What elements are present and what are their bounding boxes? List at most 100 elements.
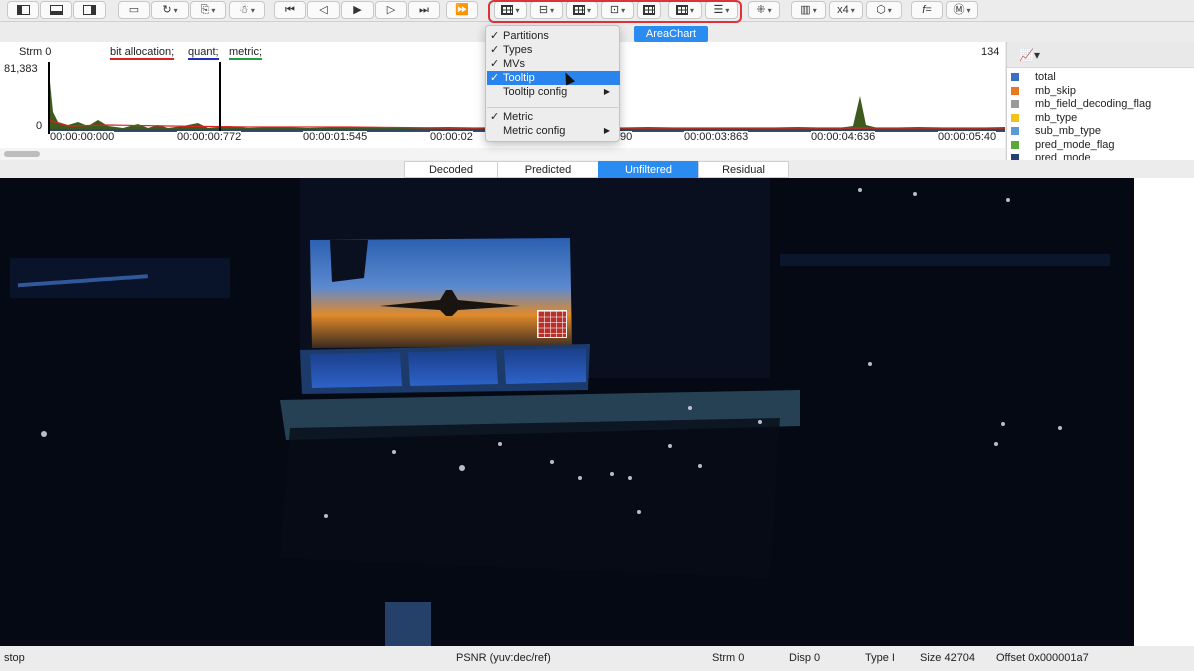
legend-item[interactable]: mb_skip bbox=[1011, 84, 1076, 97]
y-axis-zero-label: 0 bbox=[36, 120, 43, 132]
cube-icon: ⬡ bbox=[876, 3, 886, 16]
block-info-button[interactable]: ⊡ ▾ bbox=[601, 1, 634, 19]
play-button[interactable]: ▶ bbox=[341, 1, 374, 19]
menu-item-label: MVs bbox=[503, 58, 525, 70]
tab-unfiltered[interactable]: Unfiltered bbox=[598, 161, 698, 178]
zoom-select[interactable]: x4 ▾ bbox=[829, 1, 863, 19]
status-frame-type: Type I bbox=[865, 652, 895, 664]
motion-vectors-button[interactable]: ⁜ ▾ bbox=[748, 1, 780, 19]
left-panel-icon bbox=[16, 5, 30, 15]
checkmark-icon: ✓ bbox=[490, 111, 500, 123]
mosaic-button[interactable] bbox=[637, 1, 661, 19]
motion-vectors-icon: ⁜ bbox=[756, 3, 766, 16]
layout-button[interactable]: ⊟ ▾ bbox=[530, 1, 563, 19]
x-tick-label: 00:00:00:772 bbox=[177, 131, 242, 143]
metrics-button[interactable]: Ⓜ ▾ bbox=[946, 1, 978, 19]
menu-item-label: Tooltip bbox=[503, 72, 535, 84]
checkmark-icon: ✓ bbox=[490, 30, 500, 42]
toolbar: ▭ ↻ ▾ ⎘ ▾ ☃ ▾ ⏮ ◁ ▶ ▷ ⏭ ⏩ ▾ ⊟ ▾ ▾ ⊡ ▾ ▾ ☰ ▾ ⁜ ▾… bbox=[0, 0, 1194, 23]
legend-quant[interactable]: quant; bbox=[188, 46, 219, 60]
legend-swatch bbox=[1011, 99, 1019, 108]
chevron-down-icon: ▾ bbox=[966, 5, 971, 15]
menu-item-mvs[interactable]: ✓ MVs bbox=[487, 57, 620, 71]
menu-item-types[interactable]: ✓ Types bbox=[487, 43, 620, 57]
grid-button[interactable]: ▾ bbox=[566, 1, 598, 19]
tab-residual[interactable]: Residual bbox=[698, 161, 789, 178]
legend-swatch bbox=[1011, 126, 1019, 135]
menu-item-tooltip[interactable]: ✓ Tooltip bbox=[487, 71, 620, 85]
chevron-down-icon: ▾ bbox=[621, 5, 626, 15]
submenu-arrow-icon: ▶ bbox=[603, 126, 610, 135]
chevron-down-icon: ▾ bbox=[211, 5, 216, 15]
checkmark-icon: ✓ bbox=[490, 44, 500, 56]
bar-chart-icon: ▥ bbox=[800, 3, 811, 16]
stream-label: Strm 0 bbox=[19, 46, 52, 58]
chevron-down-icon: ▾ bbox=[725, 5, 730, 15]
chart-type-button[interactable]: ▥ ▾ bbox=[791, 1, 826, 19]
menu-item-metric[interactable]: ✓ Metric bbox=[487, 110, 620, 124]
fast-forward-button[interactable]: ⏩ bbox=[446, 1, 478, 19]
tab-predicted[interactable]: Predicted bbox=[497, 161, 598, 178]
list-icon: ☰ bbox=[713, 3, 724, 16]
left-panel-toggle-button[interactable] bbox=[7, 1, 39, 19]
status-offset: Offset 0x000001a7 bbox=[996, 652, 1089, 664]
chevron-down-icon: ▾ bbox=[689, 5, 694, 15]
legend-item-label: mb_type bbox=[1035, 111, 1078, 124]
reload-button[interactable]: ↻ ▾ bbox=[151, 1, 189, 19]
menu-item-partitions[interactable]: ✓ Partitions bbox=[487, 29, 620, 43]
next-frame-button[interactable]: ▷ bbox=[375, 1, 407, 19]
reload-icon: ↻ bbox=[162, 3, 172, 16]
grid-icon bbox=[572, 5, 585, 15]
line-chart-icon[interactable]: 📈▾ bbox=[1019, 48, 1040, 62]
step-forward-icon: ▷ bbox=[386, 3, 396, 16]
play-icon: ▶ bbox=[353, 3, 362, 16]
view-mode-tabs: Decoded Predicted Unfiltered Residual bbox=[404, 161, 789, 178]
x-tick-label: 00:00:02 bbox=[430, 131, 473, 143]
last-frame-button[interactable]: ⏭ bbox=[408, 1, 440, 19]
bottom-panel-icon bbox=[49, 5, 63, 15]
legend-swatch bbox=[1011, 153, 1019, 160]
macroblock-button[interactable]: ▾ bbox=[668, 1, 702, 19]
settings-button[interactable]: ☃ ▾ bbox=[229, 1, 265, 19]
chevron-down-icon: ▾ bbox=[515, 5, 520, 15]
video-frame-view[interactable]: ▂▂▂▂▂▂▂▂▂▂▂▂▂ bbox=[0, 178, 1194, 646]
menu-item-metric-config[interactable]: Metric config ▶ bbox=[487, 124, 620, 138]
list-button[interactable]: ☰ ▾ bbox=[705, 1, 738, 19]
macroblock-tooltip-highlight[interactable] bbox=[537, 310, 567, 338]
legend-item[interactable]: pred_mode bbox=[1011, 151, 1091, 160]
open-folder-button[interactable]: ▭ bbox=[118, 1, 150, 19]
chart-horizontal-scrollbar[interactable] bbox=[0, 148, 1005, 160]
legend-item-label: mb_field_decoding_flag bbox=[1035, 97, 1152, 110]
bottom-panel-toggle-button[interactable] bbox=[40, 1, 72, 19]
legend-item[interactable]: total bbox=[1011, 70, 1056, 83]
status-bar: stop PSNR (yuv:dec/ref) Strm 0 Disp 0 Ty… bbox=[0, 646, 1194, 671]
legend-swatch bbox=[1011, 72, 1019, 81]
legend-item[interactable]: mb_type bbox=[1011, 111, 1077, 124]
3d-view-button[interactable]: ⬡ ▾ bbox=[866, 1, 902, 19]
partitions-overlay-button[interactable]: ▾ bbox=[494, 1, 527, 19]
menu-separator bbox=[487, 107, 620, 108]
export-button[interactable]: ⎘ ▾ bbox=[190, 1, 226, 19]
prev-frame-button[interactable]: ◁ bbox=[307, 1, 340, 19]
tab-decoded[interactable]: Decoded bbox=[404, 161, 497, 178]
legend-metric[interactable]: metric; bbox=[229, 46, 262, 60]
playback-state: stop bbox=[4, 652, 25, 664]
first-frame-button[interactable]: ⏮ bbox=[274, 1, 306, 19]
x-tick-label: 00:00:01:545 bbox=[303, 131, 368, 143]
x-tick-label: 00:00:03:863 bbox=[684, 131, 749, 143]
tab-areachart[interactable]: AreaChart bbox=[634, 26, 708, 42]
legend-item[interactable]: pred_mode_flag bbox=[1011, 138, 1115, 151]
mosaic-icon bbox=[643, 5, 655, 15]
menu-item-label: Tooltip config bbox=[503, 86, 568, 98]
legend-item[interactable]: sub_mb_type bbox=[1011, 124, 1101, 137]
scrollbar-thumb[interactable] bbox=[4, 151, 40, 157]
right-panel-toggle-button[interactable] bbox=[73, 1, 106, 19]
skip-end-icon: ⏭ bbox=[419, 3, 429, 16]
menu-item-label: Partitions bbox=[503, 30, 549, 42]
status-display: Disp 0 bbox=[789, 652, 821, 664]
menu-item-tooltip-config[interactable]: Tooltip config ▶ bbox=[487, 85, 620, 99]
y-axis-max-label: 81,383 bbox=[4, 63, 38, 75]
formula-button[interactable]: f= bbox=[911, 1, 943, 19]
legend-bit-allocation[interactable]: bit allocation; bbox=[110, 46, 175, 60]
legend-item[interactable]: mb_field_decoding_flag bbox=[1011, 97, 1151, 110]
